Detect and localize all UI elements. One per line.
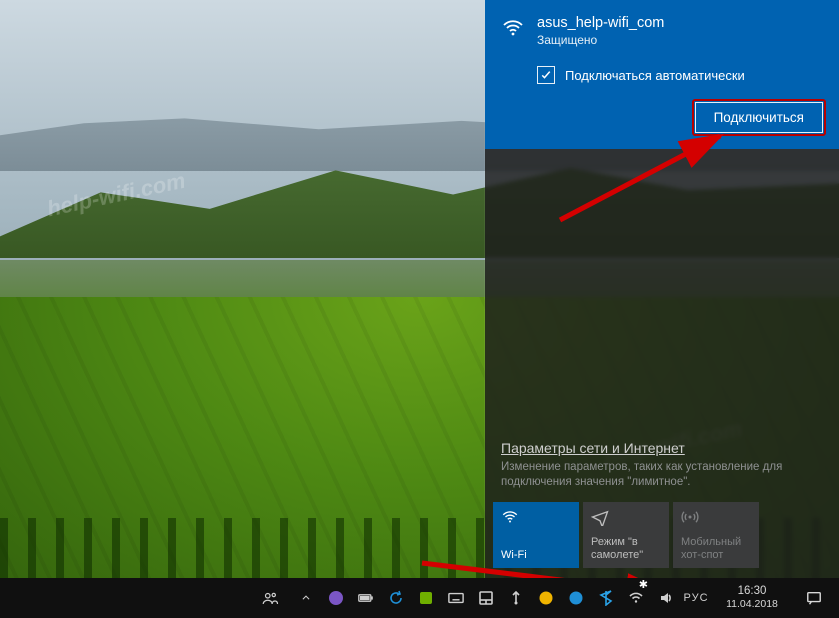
info-icon[interactable] [567, 578, 585, 618]
tray-chevron-up-icon[interactable] [297, 578, 315, 618]
clock-time: 16:30 [717, 585, 787, 598]
auto-connect-row[interactable]: Подключаться автоматически [537, 66, 823, 84]
battery-icon[interactable] [357, 578, 375, 618]
emoji-icon[interactable] [537, 578, 555, 618]
touchpad-icon[interactable] [477, 578, 495, 618]
sync-icon[interactable] [387, 578, 405, 618]
wifi-tray-icon[interactable]: ✱ [627, 578, 645, 618]
tile-wifi[interactable]: Wi-Fi [493, 502, 579, 568]
viber-icon[interactable] [327, 578, 345, 618]
tile-label: Режим "в самолете" [591, 536, 661, 562]
clock-date: 11.04.2018 [717, 598, 787, 611]
volume-icon[interactable] [657, 578, 675, 618]
network-flyout: asus_help-wifi_com Защищено Подключаться… [485, 0, 839, 578]
keyboard-icon[interactable] [447, 578, 465, 618]
system-tray: ✱ РУС 16:30 11.04.2018 [253, 578, 839, 618]
auto-connect-label: Подключаться автоматически [565, 68, 745, 83]
language-indicator[interactable]: РУС [687, 578, 705, 618]
network-settings-block: Параметры сети и Интернет Изменение пара… [485, 440, 839, 490]
wifi-asterisk-icon: ✱ [639, 578, 648, 591]
bluetooth-icon[interactable] [597, 578, 615, 618]
tile-hotspot[interactable]: Мобильный хот-спот [673, 502, 759, 568]
network-status: Защищено [537, 32, 823, 48]
selected-network-panel[interactable]: asus_help-wifi_com Защищено Подключаться… [485, 0, 839, 149]
connect-button[interactable]: Подключиться [695, 102, 823, 133]
desktop: help-wifi.com help-wifi.com asus_help-wi… [0, 0, 839, 618]
quick-tiles: Wi-Fi Режим "в самолете" Мобильный хот-с… [485, 490, 839, 578]
taskbar: ✱ РУС 16:30 11.04.2018 [0, 578, 839, 618]
airplane-icon [591, 508, 661, 526]
usb-eject-icon[interactable] [507, 578, 525, 618]
flyout-network-list[interactable] [485, 149, 839, 440]
tile-label: Wi-Fi [501, 549, 571, 562]
tile-label: Мобильный хот-спот [681, 536, 751, 562]
network-settings-sub: Изменение параметров, таких как установл… [501, 460, 823, 490]
network-name: asus_help-wifi_com [537, 14, 823, 32]
people-icon[interactable] [261, 578, 279, 618]
clock[interactable]: 16:30 11.04.2018 [717, 585, 787, 611]
tile-airplane[interactable]: Режим "в самолете" [583, 502, 669, 568]
nvidia-icon[interactable] [417, 578, 435, 618]
network-settings-link[interactable]: Параметры сети и Интернет [501, 440, 685, 456]
action-center-icon[interactable] [799, 590, 829, 606]
wifi-icon [501, 508, 571, 526]
hotspot-icon [681, 508, 751, 526]
wifi-icon [501, 16, 525, 45]
auto-connect-checkbox[interactable] [537, 66, 555, 84]
